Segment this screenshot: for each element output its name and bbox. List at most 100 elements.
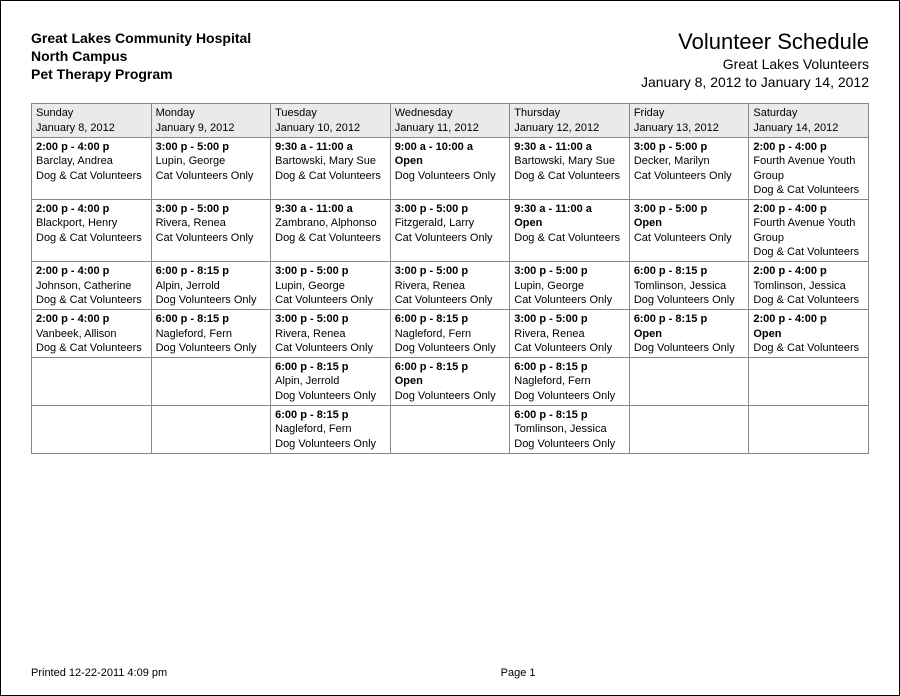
schedule-cell: 3:00 p - 5:00 pDecker, MarilynCat Volunt…	[629, 137, 749, 199]
schedule-cell: 9:30 a - 11:00 aOpenDog & Cat Volunteers	[510, 200, 630, 262]
org-name: Great Lakes Community Hospital	[31, 29, 251, 47]
schedule-cell	[32, 406, 152, 454]
day-header-row: SundayJanuary 8, 2012MondayJanuary 9, 20…	[32, 104, 869, 138]
shift-volunteer: Tomlinson, Jessica	[753, 279, 864, 293]
schedule-cell: 6:00 p - 8:15 pAlpin, JerroldDog Volunte…	[271, 358, 391, 406]
schedule-cell	[32, 358, 152, 406]
shift-note: Cat Volunteers Only	[634, 169, 745, 183]
shift-time: 3:00 p - 5:00 p	[275, 312, 386, 326]
schedule-cell: 3:00 p - 5:00 pLupin, GeorgeCat Voluntee…	[271, 262, 391, 310]
shift-note: Cat Volunteers Only	[156, 169, 267, 183]
schedule-cell	[629, 406, 749, 454]
shift-time: 9:30 a - 11:00 a	[275, 140, 386, 154]
shift-note: Dog Volunteers Only	[156, 293, 267, 307]
shift-volunteer: Rivera, Renea	[275, 327, 386, 341]
shift-volunteer: Lupin, George	[275, 279, 386, 293]
shift-note: Dog Volunteers Only	[514, 389, 625, 403]
day-header: FridayJanuary 13, 2012	[629, 104, 749, 138]
shift-open: Open	[634, 216, 745, 230]
schedule-row: 6:00 p - 8:15 pAlpin, Jerrold Dog Volunte…	[32, 358, 869, 406]
shift-volunteer: Barclay, Andrea	[36, 154, 147, 168]
shift-time: 6:00 p - 8:15 p	[275, 408, 386, 422]
shift-note: Cat Volunteers Only	[275, 293, 386, 307]
schedule-cell: 9:30 a - 11:00 aBartowski, Mary SueDog &…	[271, 137, 391, 199]
schedule-cell: 6:00 p - 8:15 pAlpin, JerroldDog Volunte…	[151, 262, 271, 310]
schedule-cell: 6:00 p - 8:15 pOpenDog Volunteers Only	[629, 310, 749, 358]
schedule-cell: 2:00 p - 4:00 pOpenDog & Cat Volunteers	[749, 310, 869, 358]
schedule-cell: 2:00 p - 4:00 pVanbeek, AllisonDog & Cat…	[32, 310, 152, 358]
shift-note: Cat Volunteers Only	[395, 293, 506, 307]
shift-time: 3:00 p - 5:00 p	[514, 312, 625, 326]
campus-name: North Campus	[31, 47, 251, 65]
schedule-cell: 2:00 p - 4:00 pJohnson, CatherineDog & C…	[32, 262, 152, 310]
header-left: Great Lakes Community Hospital North Cam…	[31, 29, 251, 84]
shift-note: Dog & Cat Volunteers	[514, 169, 625, 183]
shift-volunteer: Blackport, Henry	[36, 216, 147, 230]
shift-volunteer: Tomlinson, Jessica	[514, 422, 625, 436]
schedule-cell: 9:30 a - 11:00 aBartowski, Mary SueDog &…	[510, 137, 630, 199]
shift-volunteer: Rivera, Renea	[156, 216, 267, 230]
schedule-row: 6:00 p - 8:15 pNagleford, FernDog Volunt…	[32, 406, 869, 454]
shift-time: 6:00 p - 8:15 p	[634, 264, 745, 278]
schedule-cell	[749, 406, 869, 454]
shift-note: Dog Volunteers Only	[514, 437, 625, 451]
shift-time: 2:00 p - 4:00 p	[753, 202, 864, 216]
schedule-cell: 6:00 p - 8:15 pNagleford, FernDog Volunt…	[151, 310, 271, 358]
shift-volunteer: Lupin, George	[514, 279, 625, 293]
shift-time: 3:00 p - 5:00 p	[514, 264, 625, 278]
shift-volunteer: Fourth Avenue Youth Group	[753, 154, 864, 183]
shift-time: 3:00 p - 5:00 p	[634, 140, 745, 154]
schedule-cell: 3:00 p - 5:00 pRivera, ReneaCat Voluntee…	[510, 310, 630, 358]
shift-time: 2:00 p - 4:00 p	[36, 140, 147, 154]
shift-volunteer: Bartowski, Mary Sue	[514, 154, 625, 168]
schedule-cell: 3:00 p - 5:00 pFitzgerald, LarryCat Volu…	[390, 200, 510, 262]
schedule-cell	[151, 406, 271, 454]
shift-volunteer: Rivera, Renea	[514, 327, 625, 341]
shift-volunteer: Bartowski, Mary Sue	[275, 154, 386, 168]
schedule-row: 2:00 p - 4:00 pBarclay, AndreaDog & Cat …	[32, 137, 869, 199]
shift-time: 2:00 p - 4:00 p	[36, 312, 147, 326]
schedule-cell: 9:30 a - 11:00 aZambrano, AlphonsoDog & …	[271, 200, 391, 262]
shift-time: 6:00 p - 8:15 p	[156, 264, 267, 278]
schedule-cell: 3:00 p - 5:00 pRivera, ReneaCat Voluntee…	[151, 200, 271, 262]
shift-open: Open	[514, 216, 625, 230]
shift-time: 9:30 a - 11:00 a	[275, 202, 386, 216]
footer: Printed 12-22-2011 4:09 pm Page 1	[31, 667, 869, 679]
shift-volunteer: Alpin, Jerrold	[275, 374, 386, 388]
schedule-cell: 2:00 p - 4:00 pTomlinson, JessicaDog & C…	[749, 262, 869, 310]
schedule-row: 2:00 p - 4:00 pJohnson, CatherineDog & C…	[32, 262, 869, 310]
header: Great Lakes Community Hospital North Cam…	[31, 29, 869, 91]
day-header: ThursdayJanuary 12, 2012	[510, 104, 630, 138]
schedule-table: SundayJanuary 8, 2012MondayJanuary 9, 20…	[31, 103, 869, 454]
shift-note: Dog Volunteers Only	[275, 437, 386, 451]
shift-open: Open	[395, 374, 506, 388]
shift-time: 2:00 p - 4:00 p	[753, 312, 864, 326]
schedule-cell: 2:00 p - 4:00 pBlackport, HenryDog & Cat…	[32, 200, 152, 262]
shift-volunteer: Lupin, George	[156, 154, 267, 168]
schedule-cell: 2:00 p - 4:00 pBarclay, AndreaDog & Cat …	[32, 137, 152, 199]
shift-time: 6:00 p - 8:15 p	[514, 408, 625, 422]
shift-note: Dog & Cat Volunteers	[753, 183, 864, 197]
shift-time: 6:00 p - 8:15 p	[275, 360, 386, 374]
shift-open: Open	[395, 154, 506, 168]
shift-note: Dog Volunteers Only	[634, 341, 745, 355]
shift-open: Open	[753, 327, 864, 341]
shift-time: 2:00 p - 4:00 p	[753, 140, 864, 154]
shift-volunteer: Nagleford, Fern	[156, 327, 267, 341]
shift-note: Dog Volunteers Only	[156, 341, 267, 355]
schedule-cell	[151, 358, 271, 406]
shift-note: Dog & Cat Volunteers	[514, 231, 625, 245]
shift-time: 6:00 p - 8:15 p	[156, 312, 267, 326]
shift-note: Dog & Cat Volunteers	[753, 293, 864, 307]
shift-time: 3:00 p - 5:00 p	[395, 202, 506, 216]
shift-volunteer: Tomlinson, Jessica	[634, 279, 745, 293]
shift-note: Cat Volunteers Only	[634, 231, 745, 245]
shift-volunteer: Decker, Marilyn	[634, 154, 745, 168]
shift-note: Dog & Cat Volunteers	[36, 169, 147, 183]
shift-note: Dog & Cat Volunteers	[36, 293, 147, 307]
shift-volunteer: Rivera, Renea	[395, 279, 506, 293]
shift-time: 3:00 p - 5:00 p	[634, 202, 745, 216]
schedule-row: 2:00 p - 4:00 pVanbeek, AllisonDog & Cat…	[32, 310, 869, 358]
schedule-cell: 6:00 p - 8:15 pNagleford, FernDog Volunt…	[390, 310, 510, 358]
schedule-cell: 6:00 p - 8:15 pNagleford, FernDog Volunt…	[271, 406, 391, 454]
